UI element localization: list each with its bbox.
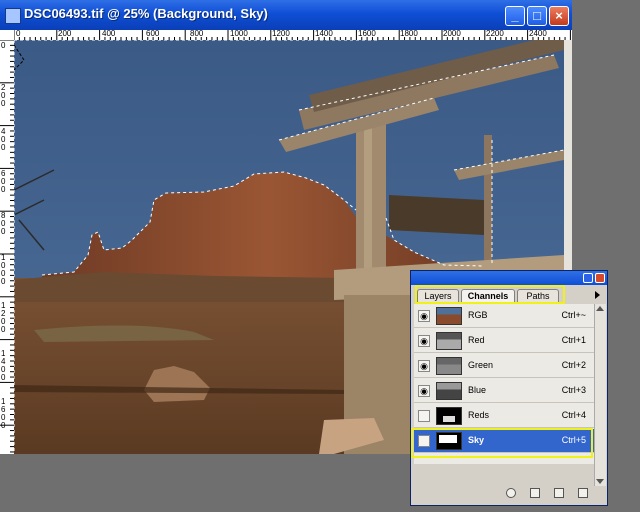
document-titlebar[interactable]: DSC06493.tif @ 25% (Background, Sky) _ □… (0, 0, 572, 30)
v-ruler-label: 6 0 0 (1, 169, 6, 194)
sky-row-highlight-callout (411, 428, 593, 458)
channel-row-reds[interactable]: Reds Ctrl+4 (414, 404, 594, 428)
channel-row-rgb[interactable]: ◉ RGB Ctrl+~ (414, 304, 594, 328)
channel-row-blue[interactable]: ◉ Blue Ctrl+3 (414, 379, 594, 403)
channel-name: Blue (468, 385, 487, 395)
tabs-highlight-callout (415, 285, 565, 304)
load-channel-as-selection-icon[interactable] (506, 488, 516, 498)
save-selection-as-channel-icon[interactable] (530, 488, 540, 498)
eye-icon[interactable]: ◉ (418, 360, 430, 372)
channel-thumbnail (436, 307, 462, 325)
new-channel-icon[interactable] (554, 488, 564, 498)
channel-name: Red (468, 335, 485, 345)
eye-icon[interactable]: ◉ (418, 385, 430, 397)
channel-name: Reds (468, 410, 490, 420)
channel-thumbnail (436, 332, 462, 350)
channel-thumbnail (436, 407, 462, 425)
channel-thumbnail (436, 357, 462, 375)
eye-icon[interactable]: ◉ (418, 335, 430, 347)
v-ruler-label: 4 0 0 (1, 127, 6, 152)
v-ruler-label: 1 4 0 0 (1, 349, 6, 382)
v-ruler-label: 1 6 0 0 (1, 397, 6, 430)
h-ruler-label: 2400 (529, 30, 547, 38)
v-ruler-label: 0 (1, 41, 6, 50)
channels-palette-titlebar[interactable] (411, 271, 607, 285)
channel-thumbnail (436, 382, 462, 400)
channel-shortcut: Ctrl+4 (561, 410, 586, 420)
h-ruler-label: 1600 (358, 30, 376, 38)
h-ruler-label: 600 (146, 30, 160, 38)
h-ruler-label: 200 (58, 30, 72, 38)
h-ruler-label: 2000 (443, 30, 461, 38)
channel-shortcut: Ctrl+3 (561, 385, 586, 395)
channel-shortcut: Ctrl+~ (561, 310, 586, 320)
visibility-box-icon[interactable] (418, 410, 430, 422)
maximize-button[interactable]: □ (527, 6, 547, 26)
scroll-up-icon[interactable] (596, 306, 604, 311)
vertical-ruler[interactable]: 0 2 0 0 4 0 0 6 0 0 8 0 0 1 0 0 0 1 2 0 … (0, 40, 15, 454)
h-ruler-label: 1400 (315, 30, 333, 38)
h-ruler-label: 400 (102, 30, 116, 38)
delete-channel-icon[interactable] (578, 488, 588, 498)
channel-name: RGB (468, 310, 488, 320)
h-ruler-label: 0 (16, 30, 21, 38)
palette-scrollbar[interactable] (594, 304, 606, 486)
close-button[interactable]: × (549, 6, 569, 26)
h-ruler-label: 1800 (400, 30, 418, 38)
photoshop-document-icon (5, 8, 21, 24)
palette-footer (414, 486, 604, 502)
channel-row-red[interactable]: ◉ Red Ctrl+1 (414, 329, 594, 353)
h-ruler-label: 1200 (272, 30, 290, 38)
scroll-down-icon[interactable] (596, 479, 604, 484)
channel-shortcut: Ctrl+2 (561, 360, 586, 370)
v-ruler-label: 1 0 0 0 (1, 253, 6, 286)
palette-close-button[interactable] (595, 273, 605, 283)
h-ruler-label: 2200 (486, 30, 504, 38)
h-ruler-label: 1000 (230, 30, 248, 38)
document-title: DSC06493.tif @ 25% (Background, Sky) (24, 6, 268, 21)
eye-icon[interactable]: ◉ (418, 310, 430, 322)
v-ruler-label: 8 0 0 (1, 211, 6, 236)
channel-row-green[interactable]: ◉ Green Ctrl+2 (414, 354, 594, 378)
v-ruler-label: 2 0 0 (1, 83, 6, 108)
palette-minimize-button[interactable] (583, 273, 593, 283)
h-ruler-label: 800 (190, 30, 204, 38)
minimize-button[interactable]: _ (505, 6, 525, 26)
channels-palette: Layers Channels Paths ◉ RGB Ctrl+~ ◉ Red… (410, 270, 608, 506)
palette-menu-arrow-icon[interactable] (595, 291, 600, 299)
v-ruler-label: 1 2 0 0 (1, 301, 6, 334)
channel-name: Green (468, 360, 494, 370)
channel-shortcut: Ctrl+1 (561, 335, 586, 345)
mask-shape (443, 416, 455, 422)
